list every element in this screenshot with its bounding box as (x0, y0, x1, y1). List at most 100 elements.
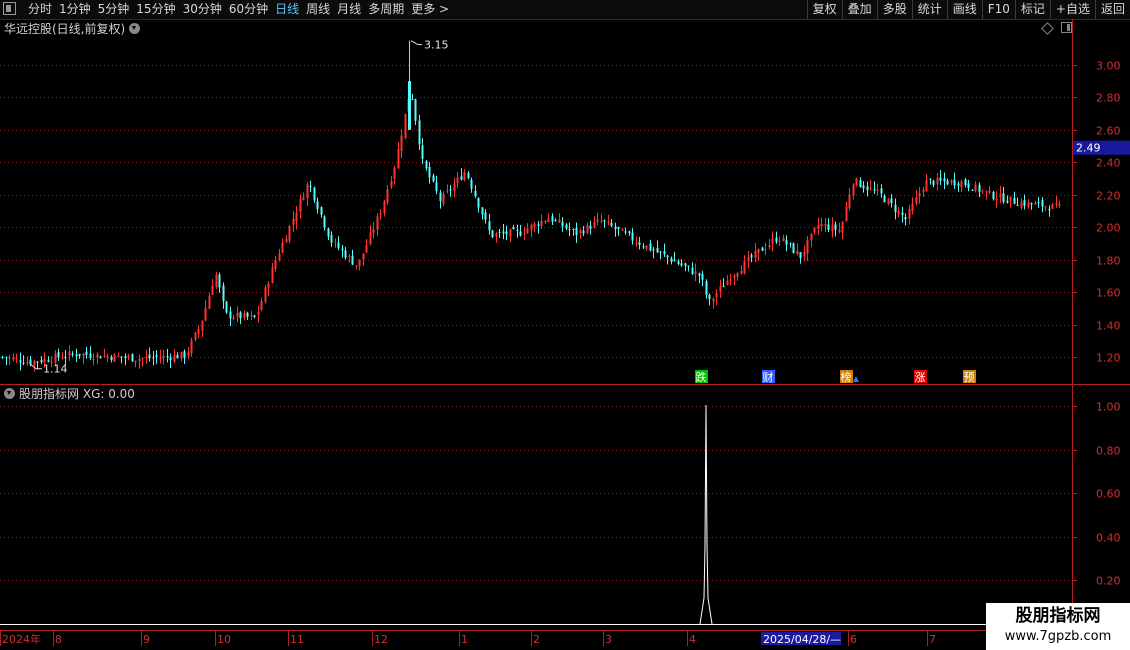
current-price-label: 2.49 (1076, 142, 1101, 155)
candle-body (78, 353, 81, 356)
candle-body (855, 178, 858, 186)
candle-body (939, 177, 942, 181)
candle-body (47, 359, 50, 362)
candle-body (880, 188, 883, 194)
candle-body (22, 362, 25, 364)
date-axis-label: 2024年 (2, 632, 41, 646)
candle-body (950, 180, 953, 183)
candle-body (1013, 197, 1016, 204)
candle-body (852, 184, 855, 196)
candle-body (309, 186, 312, 188)
candle-body (582, 230, 585, 234)
candle-body (498, 231, 501, 233)
candle-body (929, 178, 932, 180)
candle-body (152, 357, 155, 359)
candle-body (243, 313, 246, 318)
candle-body (383, 200, 386, 214)
candle-body (565, 224, 568, 229)
candle-body (925, 179, 928, 192)
candle-body (890, 198, 893, 204)
candle-body (628, 231, 631, 234)
candle-body (211, 286, 214, 295)
candle-body (789, 243, 792, 245)
event-badge-label[interactable]: 跌 (696, 370, 707, 384)
candle-body (964, 179, 967, 186)
candle-body (901, 212, 904, 216)
candle-body (540, 220, 543, 226)
candle-body (932, 180, 935, 185)
candle-body (680, 263, 683, 266)
candle-body (908, 208, 911, 219)
event-badge-label[interactable]: 财 (763, 370, 774, 384)
candle-body (169, 357, 172, 361)
candle-body (183, 351, 186, 359)
candle-body (330, 235, 333, 243)
candle-body (222, 285, 225, 302)
candle-body (348, 255, 351, 257)
candle-body (36, 361, 39, 363)
candle-body (201, 320, 204, 332)
candle-body (869, 187, 872, 189)
candle-body (813, 227, 816, 233)
candle-body (327, 228, 330, 237)
candle-body (817, 224, 820, 230)
candle-body (68, 351, 71, 356)
candle-body (624, 231, 627, 233)
candle-body (131, 354, 134, 362)
candle-body (250, 314, 253, 316)
candle-body (572, 229, 575, 231)
candle-body (838, 230, 841, 232)
candle-body (516, 230, 519, 232)
candle-body (194, 332, 197, 341)
candle-body (1041, 200, 1044, 207)
candle-body (519, 231, 522, 236)
candle-body (246, 312, 249, 317)
candle-body (820, 223, 823, 227)
chart-canvas: 3.00 2.80 2.60 2.40 2.20 2.00 1.80 1.60 1.40 1.20… (0, 19, 1130, 646)
candle-body (1006, 200, 1009, 203)
price-tick-label: 1.80 (1096, 255, 1121, 268)
candle-body (603, 220, 606, 222)
event-badge-label[interactable]: 预 (964, 371, 975, 384)
candle-body (677, 261, 680, 265)
date-axis-label: 11 (290, 633, 304, 646)
candle-body (999, 193, 1002, 198)
candle-body (267, 283, 270, 288)
candle-body (509, 229, 512, 237)
indicator-tick-label: 0.60 (1096, 488, 1121, 501)
up-triangle-icon (853, 376, 859, 382)
candle-body (971, 189, 974, 191)
candle-body (722, 286, 725, 288)
candle-body (145, 356, 148, 359)
candle-body (701, 274, 704, 280)
price-tick-label: 2.40 (1096, 157, 1121, 170)
candle-body (414, 99, 417, 121)
candle-body (953, 179, 956, 186)
candle-body (463, 171, 466, 180)
candle-body (554, 219, 557, 221)
event-badge-label[interactable]: 涨 (915, 371, 926, 384)
candle-body (127, 355, 130, 358)
date-axis-label: 7 (929, 633, 936, 646)
candle-body (89, 353, 92, 358)
event-badge-label[interactable]: 榜 (841, 370, 852, 384)
candle-body (159, 357, 162, 360)
date-axis-label: 3 (605, 633, 612, 646)
candle-body (568, 228, 571, 231)
candle-body (460, 176, 463, 180)
candle-body (995, 198, 998, 201)
candle-body (642, 246, 645, 248)
price-tick-label: 2.60 (1096, 125, 1121, 138)
candle-body (859, 179, 862, 188)
candle-body (897, 210, 900, 215)
watermark-title: 股朋指标网 (1015, 606, 1101, 626)
candle-body (103, 355, 106, 357)
candle-body (1016, 205, 1019, 207)
candle-body (271, 267, 274, 284)
candle-body (960, 181, 963, 188)
candle-body (691, 267, 694, 275)
candle-body (782, 237, 785, 241)
candle-body (138, 359, 141, 362)
candle-body (670, 258, 673, 262)
candle-body (495, 233, 498, 237)
